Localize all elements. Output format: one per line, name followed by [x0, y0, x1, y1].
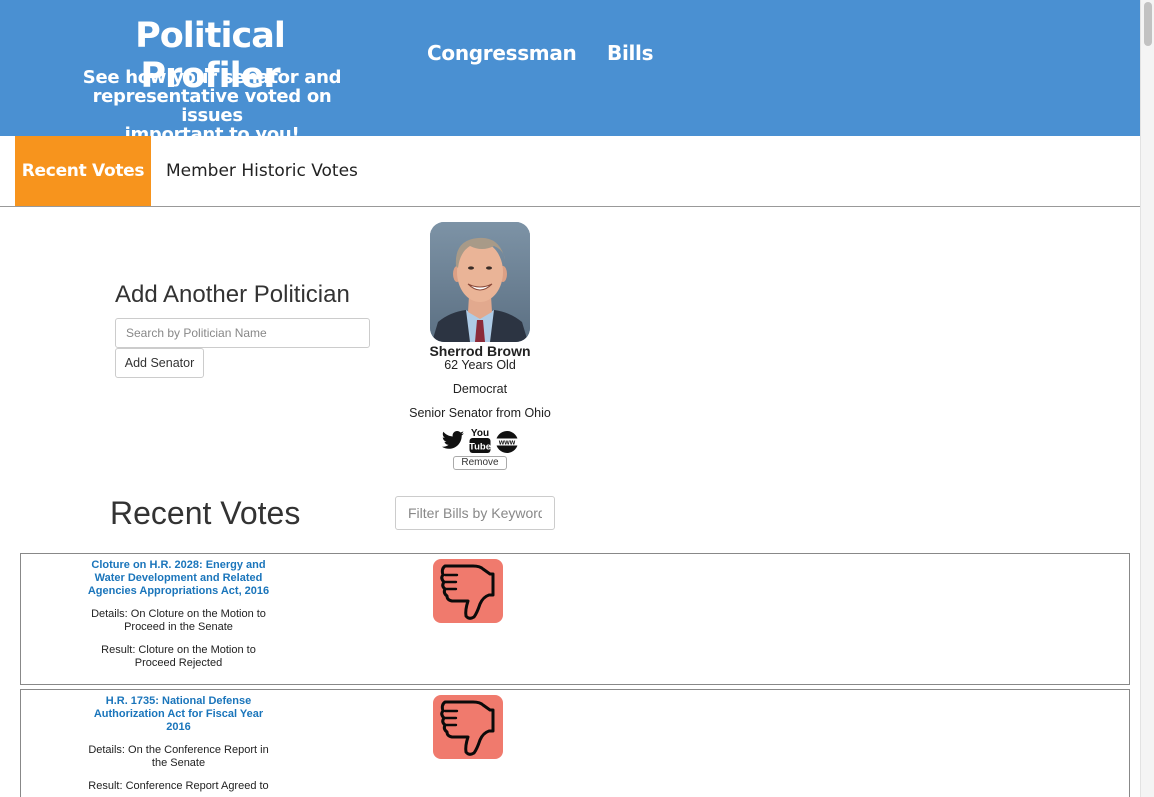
- vote-details-line: Details: On the Conference Report in: [88, 744, 269, 756]
- vote-title-line: H.R. 1735: National Defense: [105, 695, 252, 707]
- nav-congressman-link[interactable]: Congressman: [427, 41, 577, 65]
- vote-title-line: Cloture on H.R. 2028: Energy and: [91, 559, 266, 571]
- youtube-tube-text: Tube: [469, 442, 491, 453]
- twitter-icon[interactable]: [441, 428, 465, 457]
- remove-politician-button[interactable]: Remove: [453, 456, 507, 470]
- vote-details-line: Proceed in the Senate: [124, 621, 233, 633]
- youtube-you-text: You: [471, 428, 489, 439]
- thumbs-down-icon: [440, 564, 495, 620]
- www-text: www: [498, 440, 516, 447]
- page: Political Profiler See how your senator …: [0, 0, 1140, 797]
- vote-result-line: Result: Cloture on the Motion to: [101, 644, 256, 656]
- vote-details: Details: On Cloture on the Motion to Pro…: [81, 608, 276, 634]
- tab-member-historic-votes[interactable]: Member Historic Votes: [166, 136, 358, 206]
- youtube-icon[interactable]: You Tube: [469, 427, 491, 459]
- vote-title-line: 2016: [166, 721, 191, 733]
- vote-card: H.R. 1735: National Defense Authorizatio…: [20, 689, 1130, 797]
- recent-votes-heading: Recent Votes: [110, 495, 301, 531]
- vote-no-badge: [433, 559, 503, 623]
- vote-details-line: Details: On Cloture on the Motion to: [91, 608, 266, 620]
- add-politician-heading: Add Another Politician: [115, 281, 350, 308]
- politician-avatar: [430, 222, 530, 342]
- vote-title-line: Water Development and Related: [94, 572, 263, 584]
- scrollbar-thumb[interactable]: [1144, 2, 1152, 46]
- politician-party: Democrat: [452, 382, 508, 396]
- thumbs-down-icon: [440, 700, 495, 756]
- site-subtitle: See how your senator and representative …: [62, 68, 362, 144]
- politician-role: Senior Senator from Ohio: [409, 406, 551, 420]
- politician-age: 62 Years Old: [444, 358, 516, 372]
- vote-bill-title-link[interactable]: H.R. 1735: National Defense Authorizatio…: [81, 695, 276, 734]
- vote-title-line: Authorization Act for Fiscal Year: [93, 708, 264, 720]
- vote-card: Cloture on H.R. 2028: Energy and Water D…: [20, 553, 1130, 685]
- tab-bar: Recent Votes Member Historic Votes: [0, 136, 1140, 207]
- vote-result-line: Proceed Rejected: [134, 657, 223, 669]
- politician-name: Sherrod Brown: [429, 343, 531, 359]
- vote-details: Details: On the Conference Report in the…: [81, 744, 276, 770]
- politician-search-input[interactable]: [115, 318, 370, 348]
- filter-bills-input[interactable]: [395, 496, 555, 530]
- vote-title-line: Agencies Appropriations Act, 2016: [87, 585, 270, 597]
- vote-result-line: Result: Conference Report Agreed to: [88, 780, 269, 792]
- tab-recent-votes[interactable]: Recent Votes: [15, 136, 151, 206]
- site-subtitle-line: See how your senator and: [82, 67, 342, 88]
- politician-photo: [430, 222, 530, 342]
- www-icon[interactable]: www: [495, 430, 519, 459]
- page-scrollbar[interactable]: [1140, 0, 1154, 797]
- nav-bills-link[interactable]: Bills: [607, 41, 654, 65]
- site-header: Political Profiler See how your senator …: [0, 0, 1140, 144]
- site-subtitle-line: representative voted on issues: [92, 86, 332, 126]
- vote-no-badge: [433, 695, 503, 759]
- add-senator-button[interactable]: Add Senator: [115, 348, 204, 378]
- vote-details-line: the Senate: [151, 757, 206, 769]
- vote-bill-title-link[interactable]: Cloture on H.R. 2028: Energy and Water D…: [81, 559, 276, 598]
- vote-result: Result: Cloture on the Motion to Proceed…: [81, 644, 276, 670]
- vote-result: Result: Conference Report Agreed to: [81, 780, 276, 793]
